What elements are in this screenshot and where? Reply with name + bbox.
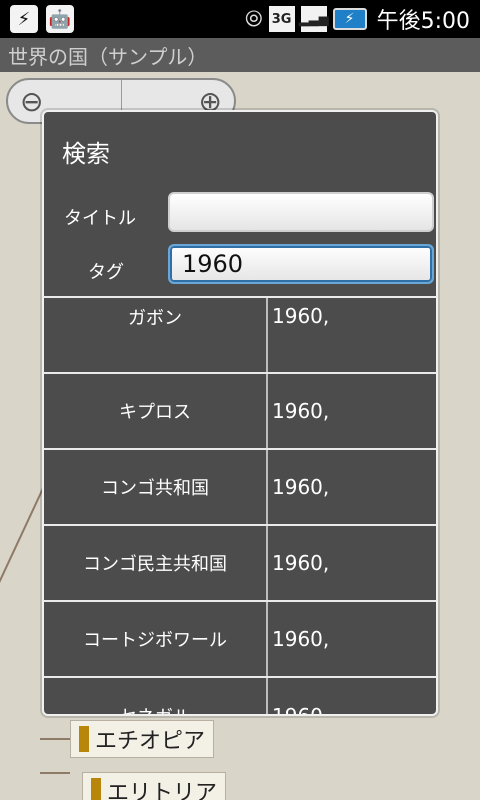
- country-tags: 1960,: [272, 627, 330, 651]
- column-divider: [266, 450, 268, 524]
- country-tags: 1960,: [272, 704, 330, 716]
- status-time: 午後5:00: [376, 9, 470, 34]
- list-item[interactable]: ガボン 1960,: [44, 298, 436, 374]
- country-tags: 1960,: [272, 475, 330, 499]
- map-label-ethiopia[interactable]: エチオピア: [70, 720, 215, 758]
- country-tags: 1960,: [272, 304, 330, 328]
- network-badge: 3G: [268, 6, 295, 32]
- map-tag-marker: [91, 778, 101, 800]
- column-divider: [266, 678, 268, 714]
- map-label-eritrea[interactable]: エリトリア: [82, 772, 227, 800]
- map-label-text: エリトリア: [107, 781, 218, 800]
- country-name: セネガル: [44, 678, 266, 714]
- results-list[interactable]: ガボン 1960, キプロス 1960, コンゴ共和国 1960, コンゴ民主共…: [44, 296, 436, 716]
- signal-bars-icon: ▂▃▅: [299, 6, 329, 32]
- android-debug-icon: 🤖: [46, 5, 74, 33]
- column-divider: [266, 298, 268, 372]
- country-name: ガボン: [128, 308, 182, 329]
- map-tag-marker: [79, 726, 89, 752]
- vibrate-icon: ⦾: [244, 6, 263, 32]
- battery-charging-icon: ⚡: [332, 8, 367, 30]
- search-dialog: 検索 タイトル タグ 1960 ガボン 1960, キプロス 1960, コンゴ…: [42, 110, 438, 716]
- country-tags: 1960,: [272, 551, 330, 575]
- country-name: コートジボワール: [83, 630, 227, 651]
- column-divider: [266, 526, 268, 600]
- list-item[interactable]: セネガル 1960,: [44, 678, 436, 716]
- status-bar: ⚡ 🤖 ⦾ 3G ▂▃▅ ⚡ 午後5:00: [0, 0, 480, 38]
- column-divider: [266, 374, 268, 448]
- title-field-label: タイトル: [64, 208, 136, 229]
- zoom-out-button[interactable]: ⊖: [20, 85, 43, 118]
- map-label-text: エチオピア: [95, 729, 206, 754]
- country-name: キプロス: [119, 402, 191, 423]
- country-name: コンゴ民主共和国: [83, 554, 227, 575]
- list-item[interactable]: コンゴ共和国 1960,: [44, 450, 436, 526]
- app-titlebar: 世界の国（サンプル）: [0, 38, 480, 72]
- tag-field-label: タグ: [88, 262, 124, 283]
- list-item[interactable]: コートジボワール 1960,: [44, 602, 436, 678]
- country-tags: 1960,: [272, 399, 330, 423]
- column-divider: [266, 602, 268, 676]
- usb-icon: ⚡: [10, 5, 38, 33]
- title-input[interactable]: [168, 192, 434, 232]
- list-item[interactable]: コンゴ民主共和国 1960,: [44, 526, 436, 602]
- country-name: コンゴ共和国: [101, 478, 209, 499]
- app-title: 世界の国（サンプル）: [8, 44, 208, 69]
- tag-input[interactable]: 1960: [168, 244, 434, 284]
- dialog-title: 検索: [62, 140, 110, 168]
- list-item[interactable]: キプロス 1960,: [44, 374, 436, 450]
